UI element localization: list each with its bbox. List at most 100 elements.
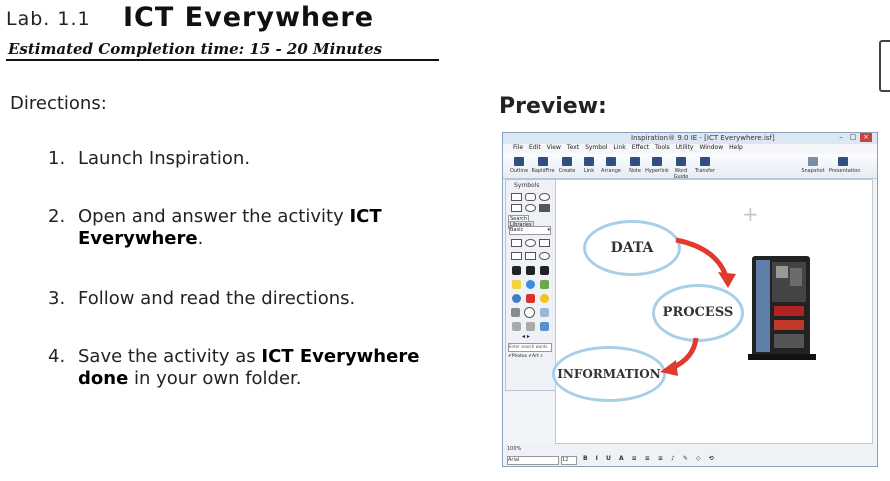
label-shape-icon[interactable] <box>510 204 522 212</box>
shape-row <box>509 238 551 248</box>
menu-effect[interactable]: Effect <box>632 144 649 151</box>
link-icon <box>584 157 594 166</box>
arrange-icon <box>606 157 616 166</box>
note-icon <box>630 157 640 166</box>
ellipse-shape-icon[interactable] <box>538 252 550 260</box>
icon-row <box>509 321 551 331</box>
tool-icon[interactable] <box>511 307 521 317</box>
info-icon[interactable] <box>539 265 549 275</box>
symbols-header: Symbols <box>514 182 540 189</box>
icon-row <box>509 293 551 303</box>
directions-heading: Directions: <box>10 93 107 114</box>
globe-icon[interactable] <box>511 293 521 303</box>
menu-symbol[interactable]: Symbol <box>585 144 607 151</box>
menu-tools[interactable]: Tools <box>655 144 670 151</box>
zoom-level[interactable]: 100% <box>507 446 521 452</box>
window-title: Inspiration® 9.0 IE - [ICT Everywhere.is… <box>631 134 775 142</box>
photos-checkbox-label[interactable]: Photos <box>512 354 527 359</box>
menu-edit[interactable]: Edit <box>529 144 541 151</box>
font-select[interactable]: Arial <box>507 456 559 465</box>
symbols-panel: Symbols Search Libraries Basic ▾ ◂ ▸ Ent… <box>505 179 556 391</box>
rounded-rect-shape-icon[interactable] <box>524 193 536 201</box>
icon-row <box>509 306 551 318</box>
menu-utility[interactable]: Utility <box>676 144 694 151</box>
arrow-data-to-process <box>675 237 729 277</box>
filled-rect-shape-icon[interactable] <box>538 204 550 212</box>
window-titlebar: Inspiration® 9.0 IE - [ICT Everywhere.is… <box>503 133 877 144</box>
toolbar-snapshot-button[interactable]: Snapshot <box>799 157 827 174</box>
exclamation-icon[interactable] <box>525 265 535 275</box>
rapidfire-icon <box>538 157 548 166</box>
status-bar: 100% Arial 12 B I U A ≡ ≡ ≡ ♪ ✎ ◇ ⟲ <box>503 444 877 466</box>
step-text: . <box>197 228 204 249</box>
person-icon[interactable] <box>539 307 549 317</box>
shape-row <box>509 203 551 213</box>
key-icon[interactable] <box>511 321 521 331</box>
symbols-filters: ✔Photos ✔Art ⌕ <box>508 354 543 359</box>
menu-file[interactable]: File <box>513 144 523 151</box>
step-text: Save the activity as <box>78 346 262 367</box>
step-number: 1. <box>48 148 66 169</box>
toolbar-transfer-button[interactable]: Transfer <box>691 157 719 174</box>
menu-link[interactable]: Link <box>613 144 625 151</box>
menu-text[interactable]: Text <box>567 144 579 151</box>
icon-row <box>509 279 551 289</box>
arrow-head-icon <box>718 272 736 288</box>
inspiration-app-screenshot: Inspiration® 9.0 IE - [ICT Everywhere.is… <box>502 132 878 467</box>
step-1: 1. Launch Inspiration. <box>48 148 250 170</box>
step-text: Launch Inspiration. <box>78 148 251 169</box>
step-text: in your own folder. <box>128 368 302 389</box>
icon-row <box>509 265 551 275</box>
circle-shape-icon[interactable] <box>524 204 536 212</box>
ribbon-icon[interactable] <box>525 293 535 303</box>
activity-name-bold: Everywhere <box>78 228 198 249</box>
cycle-icon[interactable] <box>525 279 535 289</box>
arrow-head-icon <box>660 360 678 376</box>
font-size-select[interactable]: 12 <box>561 456 577 465</box>
minimize-icon[interactable]: – <box>835 133 847 142</box>
art-checkbox-label[interactable]: Art <box>532 354 539 359</box>
step-2: 2. Open and answer the activity ICT Every… <box>48 206 382 250</box>
file-name-bold: ICT Everywhere <box>261 346 420 367</box>
diagram-canvas[interactable]: + DATA PROCESS INFORMATION <box>552 179 873 444</box>
toolbar-presentation-button[interactable]: Presentation <box>829 157 860 174</box>
menu-view[interactable]: View <box>547 144 561 151</box>
symbols-search-input[interactable]: Enter search words <box>508 343 552 352</box>
arrow-outline-shape-icon[interactable] <box>524 252 536 260</box>
question-icon[interactable] <box>511 265 521 275</box>
close-icon[interactable]: × <box>860 133 872 142</box>
library-select[interactable]: Basic ▾ <box>509 226 551 235</box>
plant-icon[interactable] <box>539 279 549 289</box>
maximize-icon[interactable]: □ <box>847 133 859 142</box>
clock-icon[interactable] <box>524 306 536 318</box>
text-format-buttons[interactable]: B I U A ≡ ≡ ≡ ♪ ✎ ◇ ⟲ <box>583 455 717 462</box>
callout-shape-icon[interactable] <box>538 239 550 247</box>
rectangle-shape-icon[interactable] <box>510 239 522 247</box>
oval-shape-icon[interactable] <box>524 239 536 247</box>
diagram-arrows <box>660 237 736 376</box>
step-4: 4. Save the activity as ICT Everywhere do… <box>48 346 419 390</box>
arrow-shape-icon[interactable] <box>510 252 522 260</box>
toolbar: Outline RapidFire Create Link Arrange No… <box>503 154 877 180</box>
create-icon <box>562 157 572 166</box>
menu-window[interactable]: Window <box>699 144 723 151</box>
menu-help[interactable]: Help <box>729 144 743 151</box>
word-guide-icon <box>676 157 686 166</box>
snapshot-icon <box>808 157 818 166</box>
key-icon[interactable] <box>525 321 535 331</box>
step-number: 4. <box>48 346 66 367</box>
lightbulb-icon[interactable] <box>511 279 521 289</box>
map-icon[interactable] <box>539 321 549 331</box>
oval-shape-icon[interactable] <box>538 193 550 201</box>
symbols-pager[interactable]: ◂ ▸ <box>522 333 530 340</box>
presentation-icon <box>838 157 848 166</box>
step-3: 3. Follow and read the directions. <box>48 288 355 310</box>
corner-frame <box>879 40 890 92</box>
lab-number: Lab. 1.1 <box>6 8 91 30</box>
sun-icon[interactable] <box>539 293 549 303</box>
transfer-icon <box>700 157 710 166</box>
step-number: 3. <box>48 288 66 309</box>
rectangle-shape-icon[interactable] <box>510 193 522 201</box>
search-icon[interactable]: ⌕ <box>540 354 543 359</box>
step-text: Open and answer the activity <box>78 206 350 227</box>
